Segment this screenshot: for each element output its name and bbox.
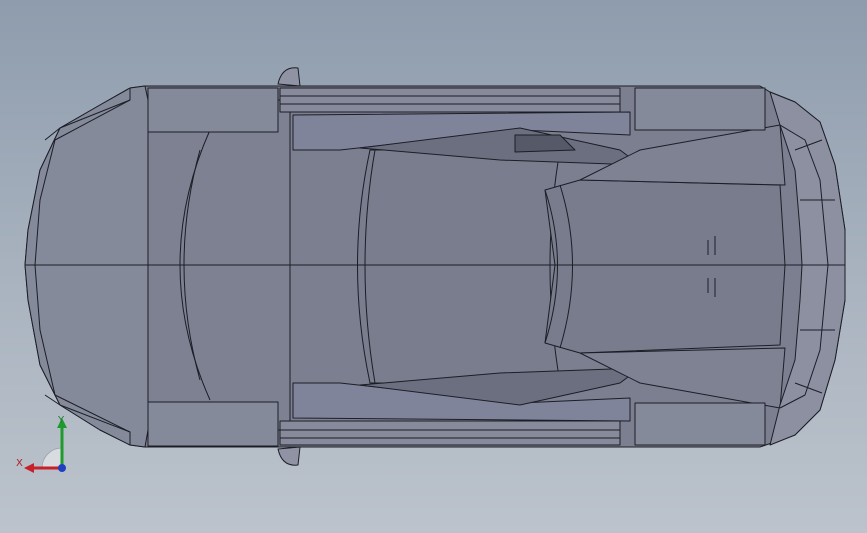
triad-base-quarter-disc bbox=[41, 447, 63, 469]
triad-x-label: X bbox=[16, 458, 23, 469]
front-left-fender bbox=[147, 87, 279, 133]
car-model-top-view[interactable] bbox=[0, 0, 867, 533]
left-mirror bbox=[277, 67, 301, 87]
rear-left-fender bbox=[634, 87, 766, 131]
right-mirror bbox=[277, 446, 301, 466]
roof-panel bbox=[544, 179, 786, 354]
rear-right-fender bbox=[634, 402, 766, 446]
left-side-sill bbox=[279, 87, 621, 113]
triad-x-arrow bbox=[24, 463, 34, 473]
front-hood-nose bbox=[24, 85, 149, 448]
windshield bbox=[357, 149, 561, 384]
right-side-sill bbox=[279, 420, 621, 446]
triad-y-label: Y bbox=[58, 415, 65, 426]
coordinate-triad bbox=[24, 418, 67, 473]
graphics-viewport[interactable]: Y X bbox=[0, 0, 867, 533]
front-right-fender bbox=[147, 401, 279, 447]
triad-z-axis-dot bbox=[58, 464, 66, 472]
